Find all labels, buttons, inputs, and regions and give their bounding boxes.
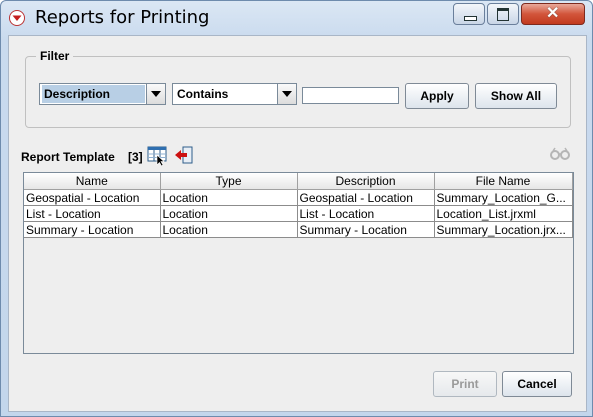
minimize-icon: [464, 16, 477, 21]
cell-file-name: Summary_Location.jrx...: [433, 221, 573, 238]
chevron-down-icon[interactable]: [146, 84, 165, 104]
table-header-row: Name Type Description File Name: [24, 173, 573, 190]
cell-file-name: Summary_Location_G...: [433, 189, 573, 206]
cell-description: Geospatial - Location: [296, 189, 435, 206]
cancel-button[interactable]: Cancel: [502, 371, 572, 397]
table-row[interactable]: List - Location Location List - Location…: [24, 205, 573, 222]
cell-type: Location: [159, 189, 298, 206]
cell-type: Location: [159, 221, 298, 238]
table-view-icon[interactable]: [146, 144, 168, 166]
reports-window: Reports for Printing ✕ Filter Descriptio…: [0, 0, 593, 417]
apply-button[interactable]: Apply: [405, 83, 469, 109]
cell-description: Summary - Location: [296, 221, 435, 238]
back-arrow-icon[interactable]: [173, 144, 195, 166]
show-all-button[interactable]: Show All: [475, 83, 557, 109]
cell-type: Location: [159, 205, 298, 222]
maximize-button[interactable]: [487, 3, 519, 25]
column-header-file-name[interactable]: File Name: [433, 173, 573, 190]
filter-legend: Filter: [36, 49, 74, 63]
table-row[interactable]: Summary - Location Location Summary - Lo…: [24, 221, 573, 238]
column-header-name[interactable]: Name: [24, 173, 161, 190]
dialog-content: Filter Description Contains Apply Show A…: [8, 35, 587, 412]
column-header-description[interactable]: Description: [296, 173, 435, 190]
cell-name: List - Location: [24, 205, 161, 222]
cell-file-name: Location_List.jrxml: [433, 205, 573, 222]
close-icon: ✕: [546, 5, 560, 22]
filter-operator-select[interactable]: Contains: [172, 83, 297, 105]
window-title: Reports for Printing: [35, 7, 210, 28]
filter-field-value: Description: [42, 85, 145, 103]
report-template-table[interactable]: Name Type Description File Name Geospati…: [23, 172, 574, 354]
column-header-type[interactable]: Type: [159, 173, 298, 190]
cell-description: List - Location: [296, 205, 435, 222]
filter-search-input[interactable]: [302, 87, 399, 104]
glasses-icon[interactable]: [550, 147, 570, 161]
close-button[interactable]: ✕: [521, 3, 585, 25]
cell-name: Geospatial - Location: [24, 189, 161, 206]
table-row[interactable]: Geospatial - Location Location Geospatia…: [24, 189, 573, 206]
report-template-label: Report Template: [21, 150, 115, 164]
filter-operator-value: Contains: [177, 87, 229, 101]
filter-field-select[interactable]: Description: [39, 83, 166, 105]
filter-group: Filter Description Contains Apply Show A…: [25, 49, 571, 128]
title-bar[interactable]: Reports for Printing ✕: [1, 1, 592, 35]
chevron-down-icon[interactable]: [277, 84, 296, 104]
report-template-count: [3]: [128, 150, 143, 164]
maximize-icon: [497, 8, 509, 21]
cell-name: Summary - Location: [24, 221, 161, 238]
minimize-button[interactable]: [453, 3, 485, 25]
app-logo-icon: [9, 10, 25, 26]
print-button[interactable]: Print: [433, 371, 497, 397]
